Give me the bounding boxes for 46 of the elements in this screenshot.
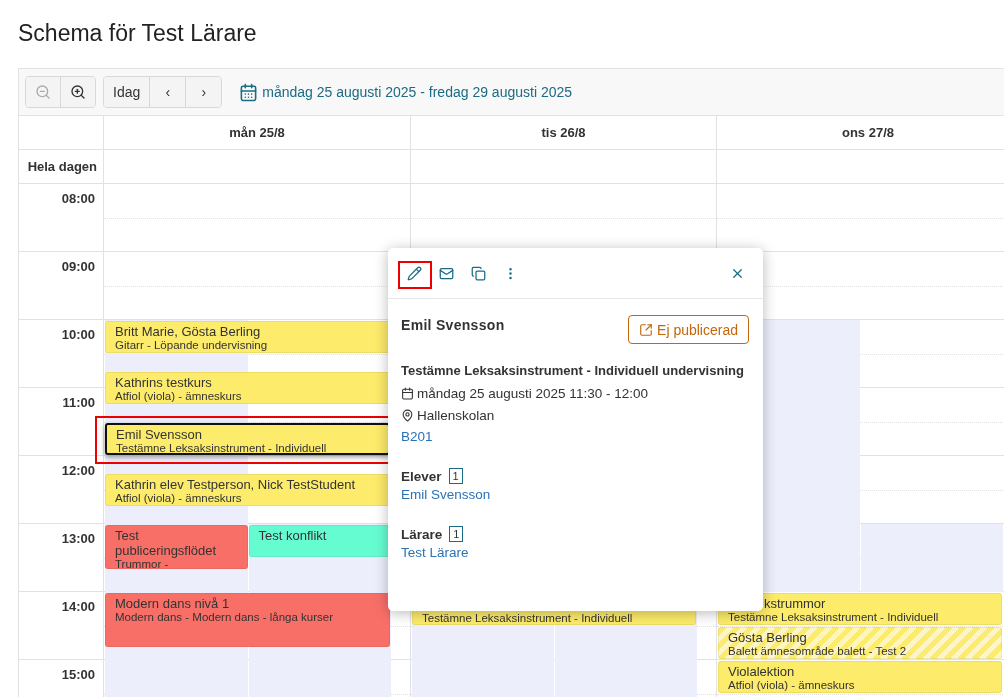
hour-label: 14:00 — [61, 599, 95, 616]
zoom-out-icon — [35, 84, 51, 100]
day-header: mån 25/8 — [229, 125, 285, 140]
hour-label: 15:00 — [61, 667, 95, 684]
calendar-event[interactable]: Modern dans nivå 1 Modern dans - Modern dans - långa kurser — [105, 593, 390, 648]
external-link-icon — [639, 322, 654, 337]
person-link[interactable]: Emil Svensson — [401, 487, 491, 502]
zoom-in-icon — [70, 84, 86, 100]
section-label: Lärare — [401, 526, 443, 542]
event-datetime: måndag 25 augusti 2025 11:30 - 12:00 — [417, 385, 648, 401]
calendar-event[interactable]: Kathrin elev Testperson, Nick TestStudent Atfiol (viola) - ämneskurs — [105, 474, 390, 506]
calendar-icon — [239, 82, 259, 102]
date-range-link[interactable]: måndag 25 augusti 2025 - fredag 29 augusti 2025 — [239, 82, 573, 102]
page-title: Schema för Test Lärare — [18, 19, 258, 48]
event-location: Hallenskolan — [417, 407, 495, 423]
map-pin-icon — [401, 408, 414, 422]
hour-label: 13:00 — [61, 531, 95, 548]
person-link[interactable]: Test Lärare — [401, 545, 469, 560]
hour-label: 09:00 — [61, 259, 95, 276]
hour-label: 08:00 — [61, 191, 95, 208]
zoom-in-button[interactable] — [60, 77, 95, 107]
previous-button[interactable]: ‹ — [149, 77, 186, 107]
calendar-icon — [401, 386, 414, 400]
hour-label: 10:00 — [61, 327, 95, 344]
room-link[interactable]: B201 — [401, 429, 433, 444]
today-button[interactable]: Idag — [104, 77, 150, 107]
calendar-event[interactable]: Violalektion Atfiol (viola) - ämneskurs — [718, 661, 1002, 693]
day-header: tis 26/8 — [541, 125, 586, 140]
course-title: Testämne Leksaksinstrument - Individuell undervisning — [401, 362, 745, 380]
next-button[interactable]: › — [185, 77, 222, 107]
all-day-label: Hela dagen — [27, 159, 97, 174]
calendar-event[interactable]: Test publiceringsflödet Trummor - — [105, 525, 248, 569]
section-label: Elever — [401, 468, 442, 484]
calendar-event[interactable]: Emil Svensson Testämne Leksaksinstrument - Individuell — [105, 423, 390, 455]
calendar-event[interactable]: Test konflikt — [248, 525, 391, 557]
hour-label: 11:00 — [62, 395, 95, 412]
hour-label: 12:00 — [61, 463, 95, 480]
day-header: ons 27/8 — [842, 125, 894, 140]
calendar-event[interactable]: Britt Marie, Gösta Berling Gitarr - Löpande undervisning — [105, 321, 390, 353]
calendar-event[interactable]: Gösta Berling Balett ämnesområde balett - Test 2 — [718, 627, 1002, 659]
student-name: Emil Svensson — [401, 317, 505, 333]
calendar-event[interactable]: Kathrins testkurs Atfiol (viola) - ämneskurs — [105, 372, 390, 404]
count-badge: 1 — [448, 468, 463, 484]
count-badge: 1 — [449, 526, 464, 542]
calendar-event[interactable]: kstrummor Testämne Leksaksinstrument - Individuell — [718, 593, 1002, 625]
publish-status-button[interactable]: Ej publicerad — [628, 315, 749, 344]
